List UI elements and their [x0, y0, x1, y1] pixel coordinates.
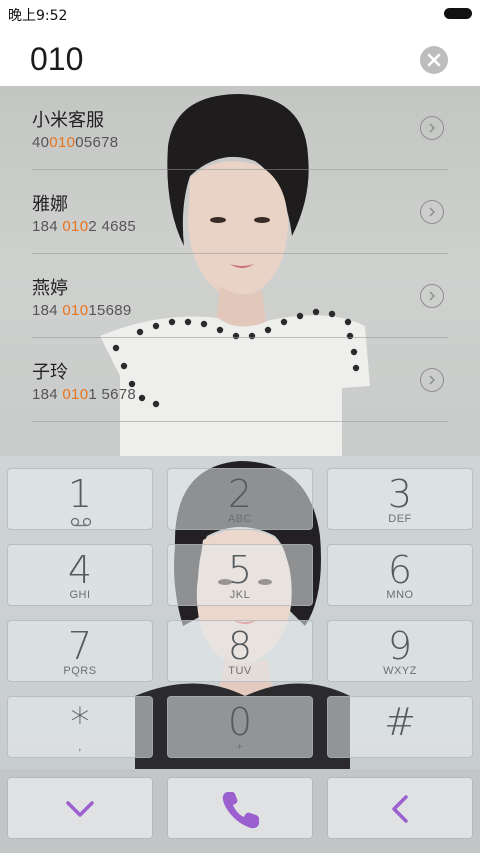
- chevron-right-icon: [429, 291, 436, 301]
- close-icon: [427, 53, 441, 67]
- key-hash[interactable]: #: [327, 696, 473, 758]
- dialed-number[interactable]: 010: [30, 41, 83, 78]
- key-6[interactable]: 6 MNO: [327, 544, 473, 606]
- contact-detail-button[interactable]: [420, 200, 444, 224]
- contact-name: 燕婷: [32, 278, 68, 299]
- contact-name: 子玲: [32, 362, 68, 383]
- key-2[interactable]: 2 ABC: [167, 468, 313, 530]
- status-time: 晚上9:52: [8, 8, 68, 24]
- chevron-down-icon: [66, 801, 94, 817]
- key-7[interactable]: 7 PQRS: [7, 620, 153, 682]
- battery-icon: [444, 8, 472, 19]
- list-item[interactable]: 雅娜 184 0102 4685: [0, 170, 480, 254]
- key-9[interactable]: 9 WXYZ: [327, 620, 473, 682]
- key-1[interactable]: 1: [7, 468, 153, 530]
- call-button[interactable]: [167, 777, 313, 839]
- contact-number: 184 01015689: [32, 302, 132, 319]
- action-bar: [0, 769, 480, 853]
- dial-input-bar: 010: [0, 28, 480, 86]
- key-8[interactable]: 8 TUV: [167, 620, 313, 682]
- contact-number: 4001005678: [32, 134, 119, 151]
- contact-detail-button[interactable]: [420, 368, 444, 392]
- list-item[interactable]: 小米客服 4001005678: [0, 86, 480, 170]
- search-results: 小米客服 4001005678 雅娜 184 0102 4685 燕婷 184 …: [0, 86, 480, 456]
- contact-name: 雅娜: [32, 194, 68, 215]
- contact-name: 小米客服: [32, 110, 104, 131]
- key-4[interactable]: 4 GHI: [7, 544, 153, 606]
- phone-icon: [222, 792, 259, 829]
- chevron-right-icon: [429, 207, 436, 217]
- key-5[interactable]: 5 JKL: [167, 544, 313, 606]
- chevron-left-icon: [392, 795, 408, 823]
- contact-detail-button[interactable]: [420, 116, 444, 140]
- contact-detail-button[interactable]: [420, 284, 444, 308]
- clear-button[interactable]: [420, 46, 448, 74]
- contact-number: 184 0102 4685: [32, 218, 137, 235]
- status-bar: 晚上9:52: [0, 0, 480, 28]
- contact-number: 184 0101 5678: [32, 386, 137, 403]
- dial-keypad: 1 2 ABC 3 DEF 4 GHI 5 JKL 6 MNO 7 PQRS 8…: [0, 456, 480, 769]
- collapse-keypad-button[interactable]: [7, 777, 153, 839]
- chevron-right-icon: [429, 123, 436, 133]
- voicemail-icon: [70, 517, 92, 527]
- key-0[interactable]: 0 +: [167, 696, 313, 758]
- key-3[interactable]: 3 DEF: [327, 468, 473, 530]
- chevron-right-icon: [429, 375, 436, 385]
- list-item[interactable]: 子玲 184 0101 5678: [0, 338, 480, 422]
- backspace-button[interactable]: [327, 777, 473, 839]
- divider: [32, 421, 448, 422]
- key-star[interactable]: * ,: [7, 696, 153, 758]
- list-item[interactable]: 燕婷 184 01015689: [0, 254, 480, 338]
